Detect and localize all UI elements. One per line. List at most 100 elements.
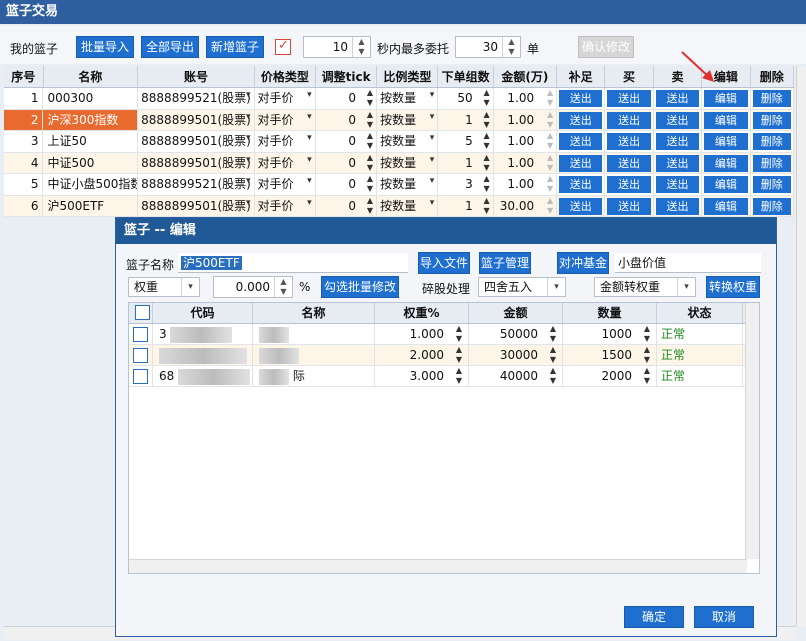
- buy-send-button[interactable]: 送出: [607, 197, 651, 215]
- basket-name-input[interactable]: 沪500ETF: [178, 253, 408, 273]
- row-amount[interactable]: 1.00 ▲ ▼: [494, 152, 558, 173]
- stepper-arrows-icon[interactable]: ▲ ▼: [484, 196, 490, 216]
- stepper-arrows-icon[interactable]: ▲ ▼: [547, 153, 553, 173]
- row-amount[interactable]: 1.00 ▲ ▼: [494, 88, 558, 109]
- row-account[interactable]: 8888899501(股票) ▾: [138, 195, 255, 216]
- stepper-arrows-icon[interactable]: ▲ ▼: [547, 196, 553, 216]
- row-groups[interactable]: 5 ▲ ▼: [438, 131, 494, 152]
- edit-button[interactable]: 编辑: [704, 133, 748, 150]
- stepper-arrows-icon[interactable]: ▲ ▼: [550, 366, 556, 386]
- row-price-type[interactable]: 对手价 ▾: [255, 152, 316, 173]
- dropdown-icon[interactable]: ▾: [307, 88, 312, 106]
- row-amount[interactable]: 1.00 ▲ ▼: [494, 109, 558, 130]
- stepper-arrows-icon[interactable]: ▲ ▼: [484, 88, 490, 108]
- delete-button[interactable]: 删除: [752, 176, 791, 193]
- row-quantity[interactable]: 2000 ▲ ▼: [563, 366, 657, 386]
- dropdown-icon[interactable]: ▾: [430, 153, 435, 171]
- stepper-arrows-icon[interactable]: ▲ ▼: [367, 110, 373, 130]
- row-price-type[interactable]: 对手价 ▾: [255, 88, 316, 109]
- table-row[interactable]: 2.000 ▲ ▼ 30000 ▲ ▼ 1500 ▲ ▼ 正常: [129, 345, 759, 366]
- stepper-arrows-icon[interactable]: ▲ ▼: [547, 110, 553, 130]
- table-row[interactable]: 68 际 3.000 ▲ ▼ 40000 ▲ ▼ 2000 ▲ ▼ 正常: [129, 366, 759, 387]
- dropdown-icon[interactable]: ▾: [430, 88, 435, 106]
- stepper-arrows-icon[interactable]: ▲ ▼: [367, 153, 373, 173]
- delete-button[interactable]: 删除: [752, 197, 791, 215]
- ok-button[interactable]: 确定: [624, 606, 684, 628]
- stepper-arrows-icon[interactable]: ▲ ▼: [644, 345, 650, 365]
- stepper-arrows-icon[interactable]: ▲ ▼: [484, 110, 490, 130]
- batch-modify-button[interactable]: 勾选批量修改: [321, 276, 399, 298]
- max-orders-checkbox[interactable]: [275, 38, 291, 55]
- row-checkbox[interactable]: [133, 369, 148, 384]
- dropdown-icon[interactable]: ▾: [430, 131, 435, 149]
- sell-send-button[interactable]: 送出: [655, 111, 700, 129]
- confirm-modify-button[interactable]: 确认修改: [578, 36, 634, 58]
- stepper-arrows-icon[interactable]: ▲ ▼: [456, 366, 462, 386]
- select-all-checkbox[interactable]: [135, 305, 150, 320]
- fill-send-button[interactable]: 送出: [559, 197, 603, 215]
- export-all-button[interactable]: 全部导出: [141, 36, 199, 58]
- edit-button[interactable]: 编辑: [704, 90, 748, 107]
- buy-send-button[interactable]: 送出: [607, 154, 651, 172]
- new-basket-button[interactable]: 新增篮子: [206, 36, 264, 58]
- row-tick[interactable]: 0 ▲ ▼: [316, 131, 378, 152]
- stepper-arrows-icon[interactable]: ▲ ▼: [502, 37, 520, 57]
- basket-manage-button[interactable]: 篮子管理: [479, 252, 531, 274]
- dropdown-icon[interactable]: ▾: [430, 174, 435, 192]
- dropdown-icon[interactable]: ▾: [246, 153, 251, 171]
- row-weight[interactable]: 3.000 ▲ ▼: [375, 366, 469, 386]
- fill-send-button[interactable]: 送出: [559, 111, 603, 129]
- stepper-arrows-icon[interactable]: ▲ ▼: [484, 174, 490, 194]
- dropdown-icon[interactable]: ▾: [307, 131, 312, 149]
- row-groups[interactable]: 1 ▲ ▼: [438, 195, 494, 216]
- dropdown-icon[interactable]: ▾: [246, 88, 251, 106]
- stepper-arrows-icon[interactable]: ▲ ▼: [550, 324, 556, 344]
- dropdown-icon[interactable]: ▾: [307, 153, 312, 171]
- stepper-arrows-icon[interactable]: ▲ ▼: [484, 153, 490, 173]
- stepper-arrows-icon[interactable]: ▲ ▼: [547, 174, 553, 194]
- table-row[interactable]: 6 沪500ETF 8888899501(股票) ▾ 对手价 ▾ 0 ▲ ▼ 按数量 ▾ 1 ▲ ▼ 30.…: [4, 195, 794, 217]
- table-row[interactable]: 1 000300 8888899521(股票) ▾ 对手价 ▾ 0 ▲ ▼ 按数量 ▾ 50 ▲ ▼ 1.0…: [4, 88, 794, 110]
- edit-button[interactable]: 编辑: [704, 111, 748, 129]
- fill-send-button[interactable]: 送出: [559, 154, 603, 172]
- delete-button[interactable]: 删除: [752, 154, 791, 172]
- row-price-type[interactable]: 对手价 ▾: [255, 195, 316, 216]
- dropdown-icon[interactable]: ▾: [307, 174, 312, 192]
- buy-send-button[interactable]: 送出: [607, 133, 651, 150]
- edit-button[interactable]: 编辑: [704, 154, 748, 172]
- row-checkbox[interactable]: [133, 348, 148, 363]
- stepper-arrows-icon[interactable]: ▲ ▼: [367, 131, 373, 151]
- fill-send-button[interactable]: 送出: [559, 133, 603, 150]
- row-groups[interactable]: 1 ▲ ▼: [438, 152, 494, 173]
- dropdown-icon[interactable]: ▾: [430, 196, 435, 214]
- row-account[interactable]: 8888899521(股票) ▾: [138, 88, 255, 109]
- dropdown-icon[interactable]: ▾: [246, 131, 251, 149]
- delete-button[interactable]: 删除: [752, 111, 791, 129]
- stepper-arrows-icon[interactable]: ▲ ▼: [456, 345, 462, 365]
- sell-send-button[interactable]: 送出: [655, 176, 700, 193]
- row-account[interactable]: 8888899501(股票) ▾: [138, 109, 255, 130]
- row-ratio-type[interactable]: 按数量 ▾: [377, 174, 439, 195]
- stepper-arrows-icon[interactable]: ▲ ▼: [352, 37, 370, 57]
- row-quantity[interactable]: 1500 ▲ ▼: [563, 345, 657, 365]
- row-tick[interactable]: 0 ▲ ▼: [316, 88, 378, 109]
- edit-button[interactable]: 编辑: [704, 176, 748, 193]
- row-account[interactable]: 8888899501(股票) ▾: [138, 152, 255, 173]
- row-amount[interactable]: 1.00 ▲ ▼: [494, 131, 558, 152]
- weight-stepper[interactable]: 0.000 ▲ ▼: [213, 276, 293, 298]
- row-account[interactable]: 8888899501(股票) ▾: [138, 131, 255, 152]
- delete-button[interactable]: 删除: [752, 133, 791, 150]
- weight-select[interactable]: 权重 ▾: [128, 277, 200, 297]
- row-tick[interactable]: 0 ▲ ▼: [316, 152, 378, 173]
- stepper-arrows-icon[interactable]: ▲ ▼: [367, 196, 373, 216]
- row-weight[interactable]: 2.000 ▲ ▼: [375, 345, 469, 365]
- hedge-fund-input[interactable]: 小盘价值: [615, 253, 761, 273]
- stepper-arrows-icon[interactable]: ▲ ▼: [274, 277, 292, 297]
- delete-button[interactable]: 删除: [752, 90, 791, 107]
- row-groups[interactable]: 3 ▲ ▼: [438, 174, 494, 195]
- stepper-arrows-icon[interactable]: ▲ ▼: [367, 88, 373, 108]
- dropdown-icon[interactable]: ▾: [246, 110, 251, 128]
- row-ratio-type[interactable]: 按数量 ▾: [377, 195, 439, 216]
- row-checkbox[interactable]: [133, 327, 148, 342]
- sell-send-button[interactable]: 送出: [655, 133, 700, 150]
